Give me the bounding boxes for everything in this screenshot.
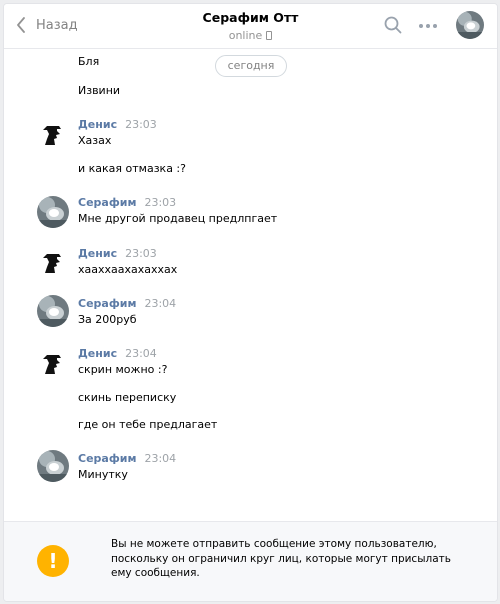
warning-symbol: ! [48,549,58,573]
status-text: online [228,29,263,42]
message-time: 23:03 [144,196,177,209]
warning-icon: ! [37,545,69,577]
more-icon[interactable] [418,23,438,29]
sender-name[interactable]: Денис [78,247,117,260]
silhouette-avatar [37,346,69,378]
avatar-image [37,450,69,482]
message-time: 23:04 [144,297,177,310]
message-sender: Денис 23:03 [78,118,157,131]
sender-avatar[interactable] [37,196,69,228]
back-chevron-icon [17,17,25,33]
message-text: Бля [78,55,100,68]
sender-avatar[interactable] [37,245,69,277]
sender-name[interactable]: Денис [78,118,117,131]
message-time: 23:04 [125,347,157,360]
chat-header: Назад Серафим Отт online [4,4,497,49]
chat-title-block[interactable]: Серафим Отт online [154,10,347,42]
search-icon[interactable] [384,16,402,34]
message-text: и какая отмазка :? [78,162,186,175]
sender-avatar[interactable] [37,450,69,482]
silhouette-avatar [37,117,69,149]
chat-title: Серафим Отт [202,10,299,25]
back-label: Назад [36,17,78,33]
sender-avatar[interactable] [37,117,69,149]
silhouette-avatar [37,245,69,277]
phone-icon [266,31,273,40]
message-text: где он тебе предлагает [78,418,218,431]
message-text: скрин можно :? [78,363,168,376]
header-avatar[interactable] [456,11,484,39]
avatar-image [37,196,69,228]
message-text: За 200руб [78,313,137,326]
message-text: Хазах [78,134,112,147]
message-time: 23:04 [144,452,177,465]
message-sender: Серафим 23:03 [78,196,176,209]
message-sender: Денис 23:04 [78,347,157,360]
avatar-image [37,295,69,327]
message-text: Извини [78,84,121,97]
chat-panel: Назад Серафим Отт online сегодня Бля Изв… [3,3,498,602]
message-sender: Серафим 23:04 [78,297,176,310]
sender-name[interactable]: Серафим [78,196,136,209]
date-divider: сегодня [215,55,287,77]
notice-text: Вы не можете отправить сообщение этому п… [111,538,451,579]
message-text: Мне другой продавец предлпгает [78,212,278,225]
sender-avatar[interactable] [37,346,69,378]
online-status: online [154,29,347,42]
sender-avatar[interactable] [37,295,69,327]
blocked-notice: ! Вы не можете отправить сообщение этому… [4,521,497,601]
message-time: 23:03 [125,118,157,131]
back-button[interactable]: Назад [16,15,78,35]
message-sender: Серафим 23:04 [78,452,176,465]
message-text: скинь переписку [78,391,177,404]
sender-name[interactable]: Денис [78,347,117,360]
message-text: Минутку [78,468,128,481]
message-text: хааххаахахаххах [78,263,178,276]
sender-name[interactable]: Серафим [78,452,136,465]
avatar-image [456,11,484,39]
message-sender: Денис 23:03 [78,247,157,260]
sender-name[interactable]: Серафим [78,297,136,310]
message-time: 23:03 [125,247,157,260]
